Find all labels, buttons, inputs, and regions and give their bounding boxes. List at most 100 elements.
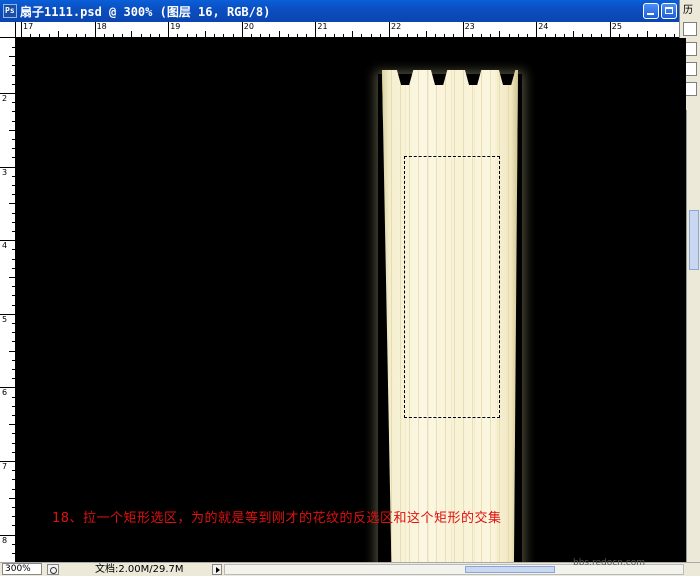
ruler-tick <box>508 34 510 37</box>
ruler-label: 17 <box>23 22 34 31</box>
panel-label: 历 <box>683 5 693 16</box>
ruler-tick <box>297 34 298 37</box>
ruler-tick <box>12 74 15 76</box>
ruler-tick <box>269 34 271 37</box>
ruler-label: 20 <box>243 22 254 31</box>
panel-slot[interactable] <box>683 22 697 36</box>
ruler-tick <box>186 34 188 37</box>
ruler-tick <box>12 175 15 177</box>
ruler-tick <box>12 553 15 554</box>
ruler-tick <box>12 415 15 416</box>
ruler-label: 25 <box>611 22 622 31</box>
ruler-label: 19 <box>170 22 181 31</box>
ruler-tick <box>232 34 234 37</box>
ruler-tick <box>637 34 639 37</box>
ruler-tick <box>536 22 538 37</box>
ruler-tick <box>545 34 547 37</box>
horizontal-ruler[interactable]: 17 18 19 20 21 22 23 24 25 <box>0 22 679 38</box>
ruler-tick <box>278 31 280 37</box>
ruler-tick <box>12 507 15 508</box>
ruler-tick <box>600 34 602 37</box>
navigator-icon[interactable] <box>47 564 59 575</box>
ruler-tick <box>12 323 15 324</box>
ruler-tick <box>12 442 15 444</box>
ruler-label: 6 <box>2 388 8 398</box>
ruler-tick <box>12 396 15 398</box>
ruler-tick <box>241 22 243 37</box>
ruler-tick <box>591 34 593 37</box>
vertical-ruler[interactable]: 2 3 4 5 6 7 8 <box>0 38 16 562</box>
tutorial-caption: 18、拉一个矩形选区，为的就是等到刚才的花纹的反选区和这个矩形的交集 <box>52 511 502 526</box>
rectangular-selection[interactable] <box>404 156 500 418</box>
window-title-bar: 扇子1111.psd @ 300% (图层 16, RGB/8) <box>0 0 700 22</box>
ruler-tick <box>12 525 15 527</box>
ruler-tick <box>12 479 15 481</box>
ruler-tick <box>113 34 114 37</box>
ruler-label: 22 <box>391 22 402 31</box>
ruler-tick <box>609 22 611 37</box>
ruler-tick <box>12 488 15 490</box>
ruler-tick <box>12 148 15 150</box>
ruler-tick <box>398 34 400 37</box>
status-menu-arrow-icon[interactable] <box>212 564 222 575</box>
ruler-tick <box>12 102 15 104</box>
horizontal-scroll-thumb[interactable] <box>465 566 555 573</box>
ruler-tick <box>361 34 363 37</box>
ruler-tick <box>39 34 41 37</box>
watermark-url: bbs.redocn.com <box>573 558 645 568</box>
ruler-tick <box>12 157 15 159</box>
ruler-tick <box>665 34 666 37</box>
ruler-tick <box>12 470 15 472</box>
ruler-tick <box>490 34 492 37</box>
ruler-tick <box>352 31 354 37</box>
ruler-origin[interactable] <box>0 22 16 38</box>
ruler-tick <box>12 47 15 48</box>
ruler-tick <box>655 34 657 37</box>
ruler-tick <box>563 34 565 37</box>
vertical-scroll-thumb[interactable] <box>689 210 699 270</box>
ruler-tick <box>103 34 105 37</box>
ruler-tick <box>379 34 381 37</box>
ruler-tick <box>195 34 197 37</box>
ruler-tick <box>12 258 15 260</box>
ruler-tick <box>527 34 528 37</box>
ruler-tick <box>57 31 59 37</box>
ruler-tick <box>9 129 15 131</box>
ruler-tick <box>12 543 15 545</box>
ruler-label: 7 <box>2 462 8 471</box>
ruler-tick <box>12 516 15 518</box>
ruler-tick <box>435 34 436 37</box>
ruler-tick <box>9 277 15 278</box>
document-size-info: 文档:2.00M/29.7M <box>95 564 184 575</box>
ruler-tick <box>499 31 501 37</box>
zoom-field[interactable]: 300% <box>2 563 42 575</box>
ruler-tick <box>12 221 15 223</box>
ruler-tick <box>12 433 15 435</box>
ruler-tick <box>12 249 15 251</box>
ruler-label: 8 <box>2 535 8 545</box>
ruler-tick <box>12 267 15 269</box>
ruler-tick <box>12 120 15 122</box>
ruler-tick <box>9 497 15 499</box>
minimize-button[interactable] <box>643 3 659 19</box>
ruler-tick <box>122 34 124 37</box>
ruler-tick <box>306 34 308 37</box>
ruler-tick <box>48 34 50 37</box>
ruler-tick <box>425 31 427 37</box>
ruler-tick <box>462 22 464 37</box>
ruler-tick <box>481 34 482 37</box>
ruler-tick <box>517 34 519 37</box>
document-canvas[interactable]: 18、拉一个矩形选区，为的就是等到刚才的花纹的反选区和这个矩形的交集 红动中国 <box>16 38 686 562</box>
ruler-tick <box>12 83 15 85</box>
ruler-tick <box>12 139 15 140</box>
ruler-label: 2 <box>2 94 8 103</box>
ruler-tick <box>214 34 216 37</box>
ruler-tick <box>168 22 170 37</box>
ruler-tick <box>619 34 620 37</box>
vertical-scrollbar[interactable] <box>686 110 700 562</box>
ruler-label: 21 <box>317 22 328 31</box>
ruler-tick <box>30 34 32 37</box>
maximize-button[interactable] <box>661 3 677 19</box>
ruler-tick <box>12 65 15 67</box>
ruler-tick <box>554 34 556 37</box>
